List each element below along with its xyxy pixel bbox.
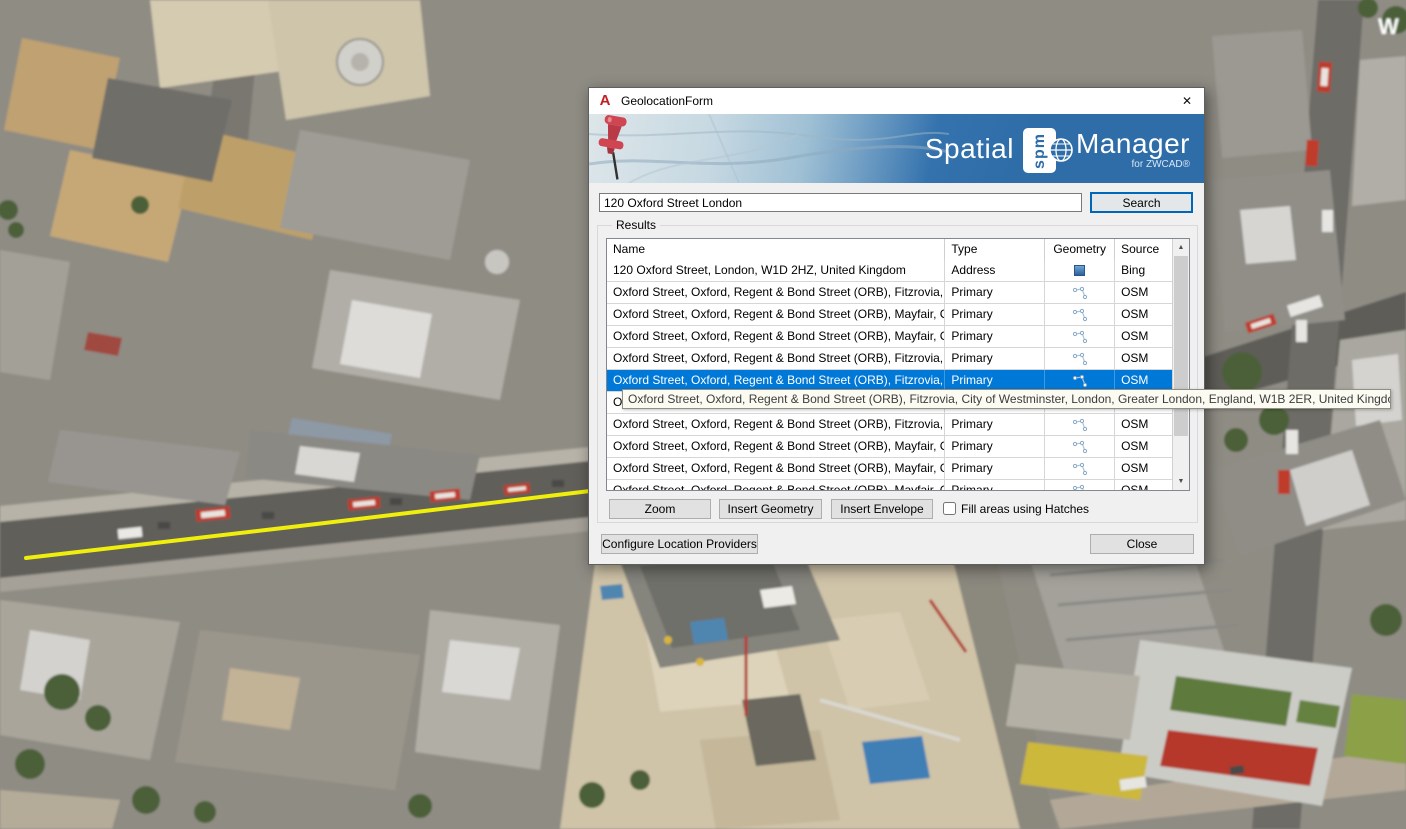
search-input[interactable] <box>599 193 1082 212</box>
table-row[interactable]: Oxford Street, Oxford, Regent & Bond Str… <box>607 414 1173 436</box>
results-group-label: Results <box>612 218 660 232</box>
scrollbar-thumb[interactable] <box>1174 256 1188 436</box>
logo-manager: Manager <box>1076 127 1190 161</box>
dialog-title: GeolocationForm <box>621 88 713 114</box>
result-type-cell: Primary <box>945 370 1045 391</box>
result-name-cell: Oxford Street, Oxford, Regent & Bond Str… <box>607 414 945 435</box>
result-type-cell: Primary <box>945 436 1045 457</box>
result-name-cell: Oxford Street, Oxford, Regent & Bond Str… <box>607 458 945 479</box>
polyline-geometry-icon <box>1045 326 1115 347</box>
results-scrollbar[interactable]: ▲ ▼ <box>1172 239 1189 490</box>
polyline-geometry-icon <box>1045 304 1115 325</box>
result-type-cell: Primary <box>945 348 1045 369</box>
result-type-cell: Primary <box>945 326 1045 347</box>
result-source-cell: Bing <box>1115 260 1173 281</box>
polyline-geometry-icon <box>1045 370 1115 391</box>
table-row[interactable]: Oxford Street, Oxford, Regent & Bond Str… <box>607 348 1173 370</box>
scroll-down-icon[interactable]: ▼ <box>1173 473 1189 490</box>
result-name-cell: Oxford Street, Oxford, Regent & Bond Str… <box>607 348 945 369</box>
insert-geometry-button[interactable]: Insert Geometry <box>719 499 822 519</box>
table-row[interactable]: Oxford Street, Oxford, Regent & Bond Str… <box>607 326 1173 348</box>
results-groupbox: Results Name Type Geometry Source 120 Ox… <box>597 225 1198 523</box>
polyline-geometry-icon <box>1045 436 1115 457</box>
result-source-cell: OSM <box>1115 370 1173 391</box>
autocad-a-icon: A <box>597 93 613 109</box>
result-type-cell: Primary <box>945 480 1045 491</box>
result-source-cell: OSM <box>1115 414 1173 435</box>
polyline-geometry-icon <box>1045 458 1115 479</box>
table-row[interactable]: Oxford Street, Oxford, Regent & Bond Str… <box>607 436 1173 458</box>
insert-envelope-button[interactable]: Insert Envelope <box>831 499 933 519</box>
table-row[interactable]: Oxford Street, Oxford, Regent & Bond Str… <box>607 282 1173 304</box>
column-header-source[interactable]: Source <box>1115 239 1173 260</box>
result-name-cell: Oxford Street, Oxford, Regent & Bond Str… <box>607 282 945 303</box>
result-source-cell: OSM <box>1115 348 1173 369</box>
results-table-body: 120 Oxford Street, London, W1D 2HZ, Unit… <box>607 260 1173 490</box>
polyline-geometry-icon <box>1045 480 1115 491</box>
result-type-cell: Primary <box>945 304 1045 325</box>
results-table: Name Type Geometry Source 120 Oxford Str… <box>606 238 1190 491</box>
dialog-titlebar[interactable]: A GeolocationForm ✕ <box>589 88 1204 114</box>
globe-icon <box>1048 137 1074 163</box>
polyline-geometry-icon <box>1045 282 1115 303</box>
scroll-up-icon[interactable]: ▲ <box>1173 239 1189 256</box>
result-name-cell: Oxford Street, Oxford, Regent & Bond Str… <box>607 436 945 457</box>
result-source-cell: OSM <box>1115 282 1173 303</box>
polyline-geometry-icon <box>1045 348 1115 369</box>
fill-hatches-label: Fill areas using Hatches <box>961 500 1089 518</box>
result-source-cell: OSM <box>1115 458 1173 479</box>
screen: W A GeolocationForm ✕ <box>0 0 1406 829</box>
result-type-cell: Primary <box>945 458 1045 479</box>
column-header-type[interactable]: Type <box>945 239 1045 260</box>
map-watermark-w: W <box>1378 14 1399 39</box>
brand-banner: Spatial spm Manager for ZWCAD® <box>589 114 1204 183</box>
result-source-cell: OSM <box>1115 436 1173 457</box>
result-name-cell: 120 Oxford Street, London, W1D 2HZ, Unit… <box>607 260 945 281</box>
close-icon[interactable]: ✕ <box>1170 88 1204 114</box>
table-row[interactable]: Oxford Street, Oxford, Regent & Bond Str… <box>607 480 1173 491</box>
map-construction-site <box>560 540 1020 829</box>
result-type-cell: Address <box>945 260 1045 281</box>
column-header-name[interactable]: Name <box>607 239 945 260</box>
results-table-header: Name Type Geometry Source <box>607 239 1173 261</box>
close-button[interactable]: Close <box>1090 534 1194 554</box>
result-source-cell: OSM <box>1115 480 1173 491</box>
result-type-cell: Primary <box>945 414 1045 435</box>
zoom-button[interactable]: Zoom <box>609 499 711 519</box>
table-row[interactable]: 120 Oxford Street, London, W1D 2HZ, Unit… <box>607 260 1173 282</box>
table-row[interactable]: Oxford Street, Oxford, Regent & Bond Str… <box>607 304 1173 326</box>
configure-location-providers-button[interactable]: Configure Location Providers <box>601 534 758 554</box>
table-row[interactable]: Oxford Street, Oxford, Regent & Bond Str… <box>607 458 1173 480</box>
result-name-cell: Oxford Street, Oxford, Regent & Bond Str… <box>607 304 945 325</box>
result-name-cell: Oxford Street, Oxford, Regent & Bond Str… <box>607 370 945 391</box>
result-name-cell: Oxford Street, Oxford, Regent & Bond Str… <box>607 480 945 491</box>
spatial-manager-logo: Spatial spm Manager for ZWCAD® <box>925 127 1190 173</box>
search-button[interactable]: Search <box>1090 192 1193 213</box>
result-name-cell: Oxford Street, Oxford, Regent & Bond Str… <box>607 326 945 347</box>
point-geometry-icon <box>1045 260 1115 281</box>
map-photo-strip <box>589 114 946 183</box>
result-source-cell: OSM <box>1115 304 1173 325</box>
result-type-cell: Primary <box>945 282 1045 303</box>
polyline-geometry-icon <box>1045 414 1115 435</box>
result-source-cell: OSM <box>1115 326 1173 347</box>
column-header-geometry[interactable]: Geometry <box>1045 239 1115 260</box>
result-tooltip: Oxford Street, Oxford, Regent & Bond Str… <box>622 389 1391 409</box>
fill-hatches-checkbox[interactable] <box>943 502 956 515</box>
logo-spatial: Spatial <box>925 127 1014 171</box>
geolocation-dialog: A GeolocationForm ✕ <box>588 87 1205 565</box>
